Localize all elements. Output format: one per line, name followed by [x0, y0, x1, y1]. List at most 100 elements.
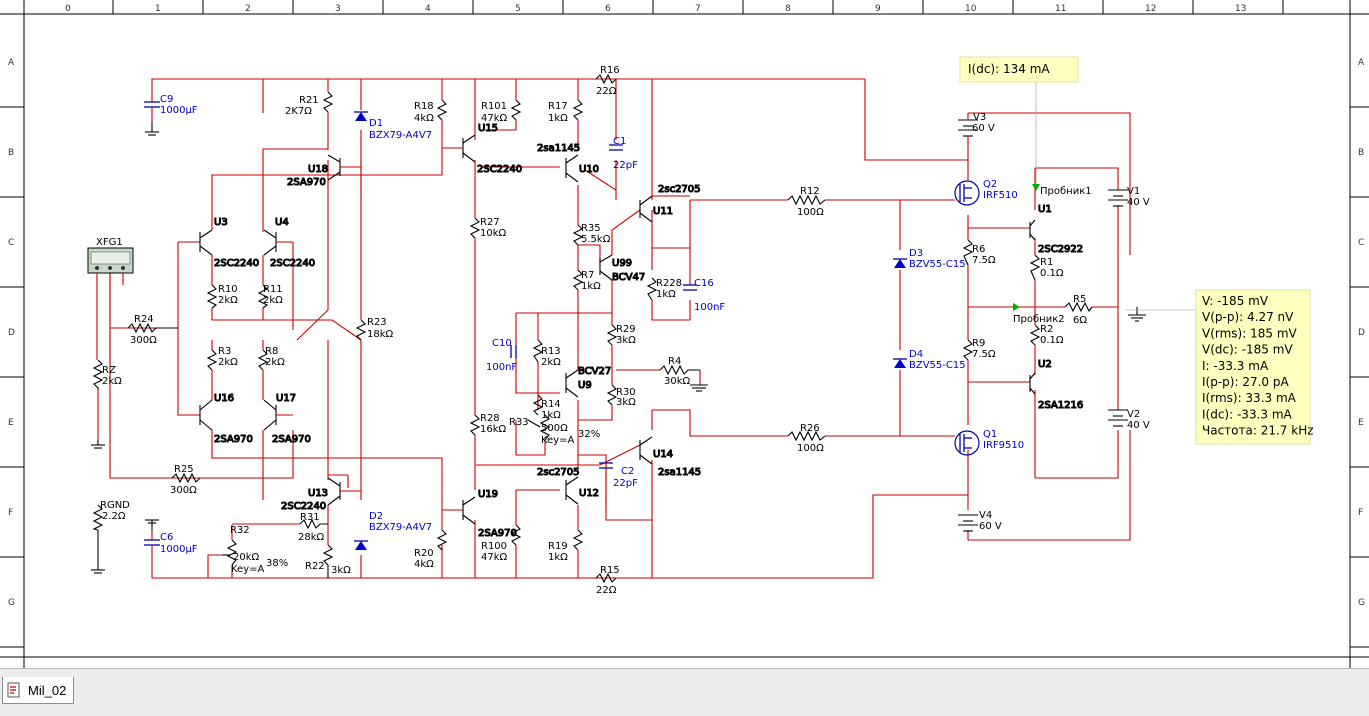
r5-ref: R5	[1073, 294, 1086, 305]
r7-value: 1kΩ	[581, 281, 601, 292]
r19-ref: R19	[548, 541, 568, 552]
u19-value: 2SA970	[478, 528, 517, 539]
q1-ref: Q1	[983, 429, 997, 440]
schematic-drawing[interactable]: 0 1 2 3 4 5 6 7 8 9 10 11 12 13 A AB BC CD DE EF FG G	[0, 0, 1369, 668]
ruler-column-label: 8	[785, 4, 791, 14]
r20-value: 4kΩ	[414, 559, 434, 570]
ruler-column-label: 10	[965, 4, 977, 14]
r16-value: 22Ω	[596, 86, 617, 97]
ruler-column-label: 13	[1235, 4, 1246, 14]
c2-value: 22pF	[613, 478, 638, 489]
r27-ref: R27	[480, 217, 500, 228]
r8-value: 2kΩ	[265, 357, 285, 368]
r6-ref: R6	[972, 244, 985, 255]
r18-ref: R18	[414, 101, 434, 112]
u1-value: 2SC2922	[1038, 244, 1083, 255]
probe1-label: Пробник1	[1040, 186, 1092, 197]
u16-ref: U16	[214, 393, 234, 404]
u3-value: 2SC2240	[214, 258, 259, 269]
r11-value: 2kΩ	[263, 295, 283, 306]
probe2-reading-line: I(dc): -33.3 mA	[1202, 407, 1293, 421]
probe1-marker[interactable]: Пробник1	[1032, 184, 1092, 197]
probe2-reading-line: V: -185 mV	[1202, 294, 1269, 308]
u13-value: 2SC2240	[281, 501, 326, 512]
c1-ref: C1	[613, 136, 626, 147]
ruler-row-label: D	[1358, 328, 1365, 338]
d1-value: BZX79-A4V7	[369, 130, 432, 141]
r18-value: 4kΩ	[414, 113, 434, 124]
ruler-column-label: 6	[605, 4, 611, 14]
r5-value: 6Ω	[1073, 315, 1087, 326]
u15-value: 2SC2240	[477, 164, 522, 175]
u12-ref: U12	[579, 488, 599, 499]
rz-value: 2kΩ	[102, 376, 122, 387]
r29-ref: R29	[616, 324, 636, 335]
resistor-r11[interactable]: R11 2kΩ	[257, 284, 283, 309]
u11-value: 2sc2705	[658, 184, 701, 195]
r28-ref: R28	[480, 413, 500, 424]
ruler-column-label: 11	[1055, 4, 1066, 14]
r1-value: 0.1Ω	[1040, 268, 1064, 279]
r22-value: 3kΩ	[331, 565, 351, 576]
r24-ref: R24	[134, 314, 154, 325]
probe2-reading-line: I(rms): 33.3 mA	[1202, 391, 1297, 405]
q2-ref: Q2	[983, 179, 997, 190]
u11-ref: U11	[653, 206, 673, 217]
r14-value: 1kΩ	[541, 410, 561, 421]
v2-value: 40 V	[1127, 420, 1150, 431]
tab-label: Mil_02	[28, 683, 67, 698]
sheet-tab-bar: Mil_02	[0, 668, 1369, 716]
u17-ref: U17	[276, 393, 296, 404]
r32-value: 20kΩ	[233, 552, 260, 563]
u99-ref: U99	[612, 258, 632, 269]
ruler-row-label: E	[8, 418, 14, 428]
c16-ref: C16	[694, 278, 714, 289]
r33-value: 500Ω	[541, 423, 568, 434]
r23-value: 18kΩ	[367, 329, 394, 340]
schematic-canvas[interactable]: 0 1 2 3 4 5 6 7 8 9 10 11 12 13 AABBCCDDEEFFGG	[0, 0, 1369, 668]
u14-ref: U14	[653, 449, 673, 460]
ruler-column-label: 7	[695, 4, 701, 14]
v1-ref: V1	[1127, 186, 1140, 197]
r31-value: 28kΩ	[298, 532, 325, 543]
r7-ref: R7	[581, 270, 594, 281]
r35-ref: R35	[581, 223, 601, 234]
r16-ref: R16	[600, 65, 620, 76]
r1-ref: R1	[1040, 257, 1053, 268]
r10-value: 2kΩ	[218, 295, 238, 306]
ruler-column-label: 9	[875, 4, 881, 14]
ruler-column-label: 2	[245, 4, 251, 14]
u10-ref: U10	[579, 164, 599, 175]
rgnd-value: 2.2Ω	[102, 511, 126, 522]
c1-value: 22pF	[613, 160, 638, 171]
r11-ref: R11	[263, 284, 283, 295]
probe2-reading-line: V(rms): 185 mV	[1202, 326, 1298, 340]
r31-ref: R31	[300, 512, 320, 523]
r17-ref: R17	[548, 101, 568, 112]
u9-value: BCV27	[578, 366, 611, 377]
r13-value: 2kΩ	[541, 357, 561, 368]
r4-ref: R4	[668, 356, 681, 367]
r26-value: 100Ω	[797, 443, 824, 454]
r21-ref: R21	[299, 95, 319, 106]
probe2-readout: V: -185 mV V(p-p): 4.27 nV V(rms): 185 mV V…	[1195, 289, 1314, 445]
ruler-row-label: B	[8, 148, 14, 158]
ruler-column-label: 5	[515, 4, 521, 14]
v1-value: 40 V	[1127, 197, 1150, 208]
ruler-column-label: 1	[155, 4, 161, 14]
u18-ref: U18	[308, 164, 328, 175]
d4-ref: D4	[909, 349, 923, 360]
r32-percent: 38%	[266, 558, 288, 569]
v4-ref: V4	[979, 510, 992, 521]
r33-ref: R33	[509, 417, 529, 428]
ruler-row-label: D	[8, 328, 15, 338]
r25-value: 300Ω	[170, 485, 197, 496]
u17-value: 2SA970	[272, 434, 311, 445]
ruler-row-label: F	[1358, 508, 1363, 518]
r23-ref: R23	[367, 317, 387, 328]
tab-mil-02[interactable]: Mil_02	[2, 677, 74, 704]
ruler-row-label: A	[8, 58, 15, 68]
v3-value: 60 V	[972, 123, 995, 134]
xfg1-ref: XFG1	[96, 237, 123, 248]
v3-ref: V3	[973, 112, 986, 123]
